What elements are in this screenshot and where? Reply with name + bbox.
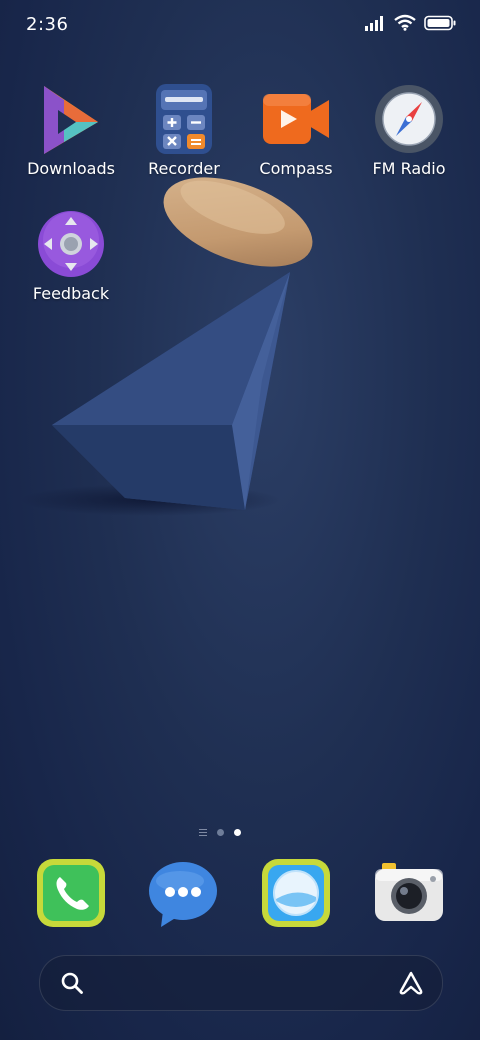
page-indicator[interactable]	[199, 829, 241, 836]
status-bar: 2:36	[0, 0, 480, 52]
pebble-shape	[163, 177, 313, 267]
app-fm-radio[interactable]: FM Radio	[353, 84, 465, 178]
compass-icon	[263, 94, 329, 144]
messages-icon	[149, 862, 217, 927]
app-feedback[interactable]: Feedback	[15, 209, 127, 303]
dock-browser[interactable]	[260, 857, 332, 929]
app-label: Compass	[259, 159, 333, 178]
search-bar[interactable]	[39, 955, 443, 1011]
app-label: Downloads	[27, 159, 115, 178]
app-compass[interactable]: Compass	[240, 84, 352, 178]
app-label: FM Radio	[372, 159, 446, 178]
app-drawer-indicator	[199, 829, 207, 836]
status-icons	[364, 14, 456, 31]
wifi-icon	[394, 14, 416, 31]
camera-icon	[375, 863, 443, 921]
dock-messages[interactable]	[147, 857, 219, 929]
app-label: Feedback	[32, 284, 110, 303]
status-time: 2:36	[26, 14, 69, 35]
signal-icon	[365, 15, 383, 31]
app-recorder[interactable]: Recorder	[128, 84, 240, 178]
browser-icon	[262, 859, 330, 927]
battery-icon	[424, 15, 456, 30]
downloads-icon	[44, 86, 98, 154]
dock-camera[interactable]	[373, 857, 445, 929]
phone-icon	[37, 859, 105, 927]
feedback-icon	[38, 211, 104, 277]
assistant-icon[interactable]	[397, 970, 425, 996]
dock-phone[interactable]	[35, 857, 107, 929]
app-downloads[interactable]: Downloads	[15, 84, 127, 178]
page-dot-active	[234, 829, 241, 836]
search-icon[interactable]	[60, 971, 84, 995]
fm-radio-icon	[375, 85, 443, 153]
page-dot	[217, 829, 224, 836]
recorder-icon	[156, 84, 212, 154]
app-label: Recorder	[148, 159, 220, 178]
